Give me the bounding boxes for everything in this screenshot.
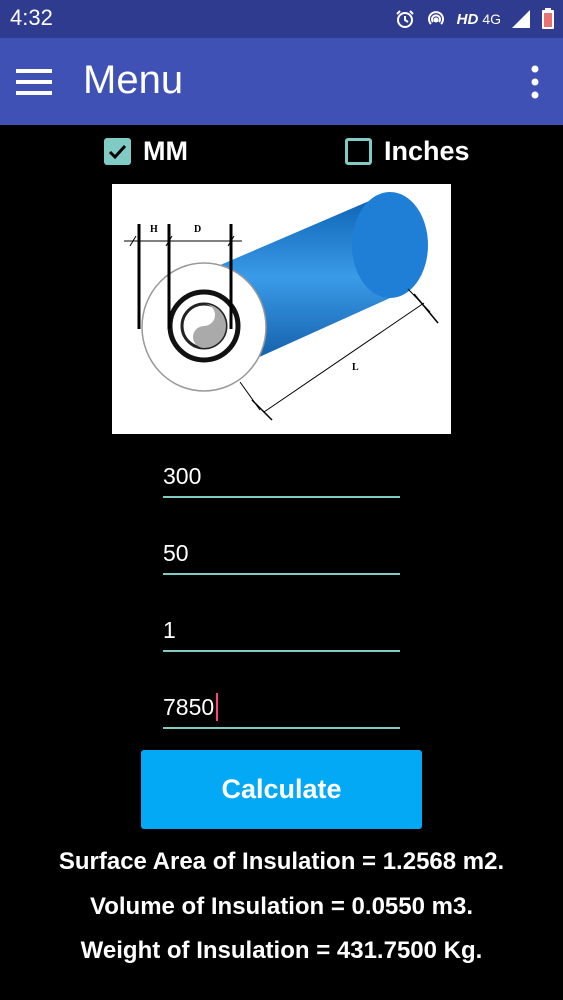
- pipe-diameter-value[interactable]: 300: [163, 463, 201, 490]
- pipe-end: [352, 192, 428, 298]
- pipe-length-input[interactable]: 1: [163, 604, 400, 652]
- insulation-thickness-value[interactable]: 50: [163, 540, 189, 567]
- mm-checkbox[interactable]: MM: [104, 136, 188, 167]
- insulation-thickness-input[interactable]: 50: [163, 527, 400, 575]
- volume-result: Volume of Insulation = 0.0550 m3.: [89, 893, 473, 920]
- inches-label: Inches: [384, 136, 470, 166]
- network-hd-label: HD: [456, 10, 479, 28]
- density-input[interactable]: 7850: [163, 681, 400, 729]
- status-time: 4:32: [10, 5, 53, 30]
- unit-selector: MM Inches: [0, 136, 563, 168]
- network-type-label: 4G: [482, 11, 501, 27]
- pipe-length-value[interactable]: 1: [163, 617, 176, 644]
- hamburger-menu-icon[interactable]: [16, 67, 52, 97]
- diagram-label-h: H: [150, 224, 158, 235]
- diagram-label-d: D: [194, 224, 201, 235]
- status-bar: 4:32 HD 4G: [0, 0, 563, 38]
- app-title: Menu: [83, 58, 184, 102]
- calculate-button[interactable]: Calculate: [141, 750, 422, 829]
- text-cursor: [216, 693, 219, 721]
- status-icons: HD 4G: [395, 6, 555, 32]
- battery-icon: [541, 8, 555, 30]
- surface-area-result: Surface Area of Insulation = 1.2568 m2.: [58, 848, 505, 875]
- hotspot-icon: [425, 9, 447, 29]
- inches-checkbox[interactable]: Inches: [345, 136, 470, 167]
- alarm-icon: [395, 9, 415, 29]
- signal-icon: [511, 9, 531, 29]
- diagram-label-l: L: [352, 362, 359, 373]
- pipe-diameter-input[interactable]: 300: [163, 450, 400, 498]
- checkbox-unchecked-icon[interactable]: [345, 138, 372, 165]
- pipe-diagram-svg: H D L: [124, 192, 439, 421]
- overflow-menu-icon[interactable]: [529, 64, 541, 100]
- density-field[interactable]: 7850: [163, 693, 219, 721]
- density-value[interactable]: 7850: [163, 694, 214, 721]
- app-bar: Menu: [0, 38, 563, 125]
- pipe-insulation-diagram: H D L: [112, 184, 451, 434]
- mm-label: MM: [143, 136, 188, 166]
- checkbox-checked-icon[interactable]: [104, 138, 131, 165]
- weight-result: Weight of Insulation = 431.7500 Kg.: [80, 937, 483, 964]
